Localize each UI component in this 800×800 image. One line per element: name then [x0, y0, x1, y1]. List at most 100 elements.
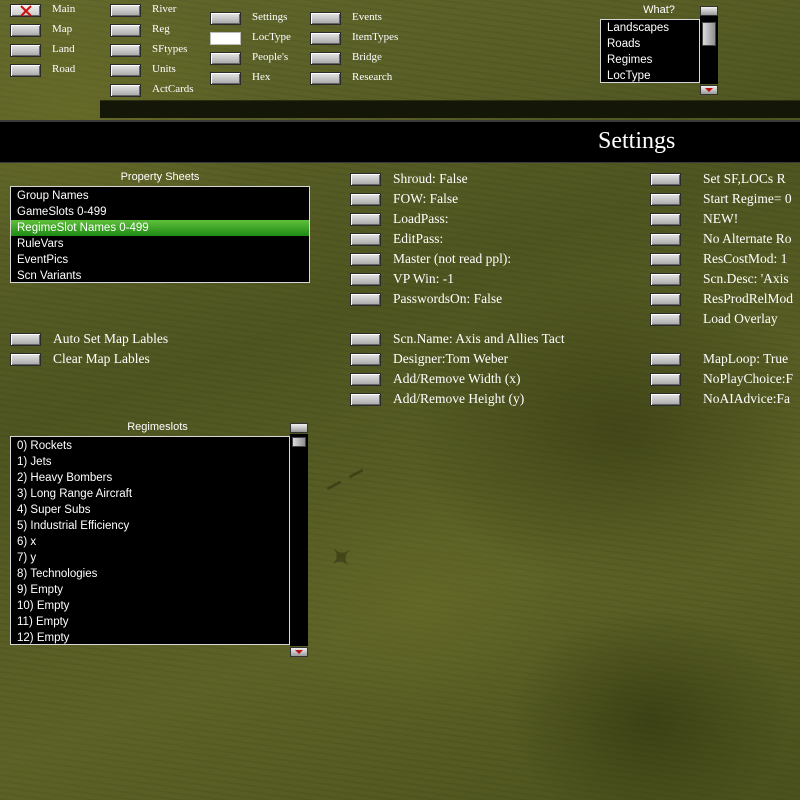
- setting-master-not-read-ppl-button[interactable]: [350, 253, 381, 266]
- regimeslot-item[interactable]: 10) Empty: [11, 598, 289, 614]
- setting-add-remove-height-y-button[interactable]: [350, 393, 381, 406]
- property-sheet-item[interactable]: EventPics: [11, 252, 309, 268]
- map-label-clear-map-lables-button[interactable]: [10, 353, 41, 366]
- setting-scn-desc-axis-button[interactable]: [650, 273, 681, 286]
- what-scroll-up-button[interactable]: [700, 6, 718, 16]
- map-label-auto-set-map-lables-button[interactable]: [10, 333, 41, 346]
- nav-bridge-button[interactable]: [310, 52, 341, 65]
- nav-itemtypes-button[interactable]: [310, 32, 341, 45]
- regimeslots-scroll-track[interactable]: [290, 434, 308, 646]
- setting-master-not-read-ppl-label: Master (not read ppl):: [393, 251, 512, 266]
- nav-sftypes-label: SFtypes: [152, 43, 188, 55]
- nav-map-button[interactable]: [10, 24, 41, 37]
- regimeslot-item[interactable]: 7) y: [11, 550, 289, 566]
- setting-vp-win-1-label: VP Win: -1: [393, 271, 454, 286]
- setting-loadpass-button[interactable]: [350, 213, 381, 226]
- property-sheets-list[interactable]: Group Names GameSlots 0-499 RegimeSlot Nam…: [10, 186, 310, 283]
- nav-bridge-label: Bridge: [352, 51, 382, 63]
- regimeslots-title: Regimeslots: [127, 421, 188, 433]
- setting-designer-tom-weber-label: Designer:Tom Weber: [393, 351, 509, 366]
- what-scroll-down-button[interactable]: [700, 85, 718, 95]
- what-scroll-thumb[interactable]: [702, 22, 716, 46]
- nav-river-button[interactable]: [110, 4, 141, 17]
- nav-settings-label: Settings: [252, 11, 288, 23]
- setting-shroud-false-button[interactable]: [350, 173, 381, 186]
- nav-actcards-button[interactable]: [110, 84, 141, 97]
- property-sheet-item[interactable]: Scn Variants: [11, 268, 309, 282]
- what-list-item[interactable]: LocType: [601, 68, 699, 82]
- nav-research-button[interactable]: [310, 72, 341, 85]
- setting-maploop-true-button[interactable]: [650, 353, 681, 366]
- property-sheets-title: Property Sheets: [120, 171, 200, 183]
- setting-no-alternate-ro-button[interactable]: [650, 233, 681, 246]
- setting-designer-tom-weber-button[interactable]: [350, 353, 381, 366]
- setting-new-label: NEW!: [703, 211, 739, 226]
- nav-hex-button[interactable]: [210, 72, 241, 85]
- regimeslots-scroll-thumb[interactable]: [292, 437, 306, 447]
- setting-scn-name-axis-and-allies-label: Scn.Name: Axis and Allies Tact: [393, 331, 565, 346]
- regimeslot-item[interactable]: 6) x: [11, 534, 289, 550]
- regimeslot-item[interactable]: 5) Industrial Efficiency: [11, 518, 289, 534]
- regimeslot-item[interactable]: 1) Jets: [11, 454, 289, 470]
- what-list-item[interactable]: Landscapes: [601, 20, 699, 36]
- setting-resprodrelmod-button[interactable]: [650, 293, 681, 306]
- page-title: Settings: [598, 128, 676, 154]
- setting-resprodrelmod-label: ResProdRelMod: [703, 291, 794, 306]
- nav-road-button[interactable]: [10, 64, 41, 77]
- setting-noplaychoice-f-button[interactable]: [650, 373, 681, 386]
- nav-people-s-button[interactable]: [210, 52, 241, 65]
- setting-rescostmod-1-button[interactable]: [650, 253, 681, 266]
- setting-new-button[interactable]: [650, 213, 681, 226]
- what-list-item[interactable]: Regimes: [601, 52, 699, 68]
- regimeslot-item[interactable]: 8) Technologies: [11, 566, 289, 582]
- what-list[interactable]: Landscapes Roads Regimes LocType: [600, 19, 700, 83]
- nav-land-button[interactable]: [10, 44, 41, 57]
- property-sheet-item[interactable]: GameSlots 0-499: [11, 204, 309, 220]
- nav-reg-button[interactable]: [110, 24, 141, 37]
- regimeslot-item[interactable]: 0) Rockets: [11, 438, 289, 454]
- setting-no-alternate-ro-label: No Alternate Ro: [703, 231, 792, 246]
- property-sheet-item[interactable]: Group Names: [11, 188, 309, 204]
- nav-settings-button[interactable]: [210, 12, 241, 25]
- setting-noaiadvice-fa-label: NoAIAdvice:Fa: [703, 391, 790, 406]
- property-sheet-item[interactable]: RuleVars: [11, 236, 309, 252]
- nav-sftypes-button[interactable]: [110, 44, 141, 57]
- scroll-down-icon: [295, 650, 303, 654]
- regimeslots-scroll-down-button[interactable]: [290, 647, 308, 657]
- setting-scn-name-axis-and-allies-button[interactable]: [350, 333, 381, 346]
- nav-loctype-label: LocType: [252, 31, 291, 43]
- regimeslot-item[interactable]: 9) Empty: [11, 582, 289, 598]
- regimeslot-item[interactable]: 11) Empty: [11, 614, 289, 630]
- nav-research-label: Research: [352, 71, 393, 83]
- setting-editpass-label: EditPass:: [393, 231, 444, 246]
- nav-river-label: River: [152, 3, 177, 15]
- setting-passwordson-false-label: PasswordsOn: False: [393, 291, 503, 306]
- setting-passwordson-false-button[interactable]: [350, 293, 381, 306]
- setting-load-overlay-label: Load Overlay: [703, 311, 778, 326]
- setting-add-remove-width-x-button[interactable]: [350, 373, 381, 386]
- regimeslot-item[interactable]: 12) Empty: [11, 630, 289, 644]
- property-sheet-item[interactable]: RegimeSlot Names 0-499: [11, 220, 309, 236]
- what-list-item[interactable]: Roads: [601, 36, 699, 52]
- regimeslot-item[interactable]: 4) Super Subs: [11, 502, 289, 518]
- page-header: Settings: [0, 120, 800, 163]
- setting-editpass-button[interactable]: [350, 233, 381, 246]
- setting-set-sf-locs-r-button[interactable]: [650, 173, 681, 186]
- regimeslots-scroll-up-button[interactable]: [290, 423, 308, 433]
- setting-noaiadvice-fa-button[interactable]: [650, 393, 681, 406]
- nav-loctype-button[interactable]: [210, 32, 241, 45]
- setting-start-regime-0-button[interactable]: [650, 193, 681, 206]
- nav-main-button[interactable]: [10, 4, 41, 17]
- nav-itemtypes-label: ItemTypes: [352, 31, 399, 43]
- setting-load-overlay-button[interactable]: [650, 313, 681, 326]
- regimeslot-item[interactable]: 3) Long Range Aircraft: [11, 486, 289, 502]
- setting-fow-false-button[interactable]: [350, 193, 381, 206]
- regimeslots-list[interactable]: 0) Rockets 1) Jets 2) Heavy Bombers 3) Long…: [10, 436, 290, 645]
- nav-units-button[interactable]: [110, 64, 141, 77]
- nav-events-button[interactable]: [310, 12, 341, 25]
- regimeslot-item[interactable]: 2) Heavy Bombers: [11, 470, 289, 486]
- nav-events-label: Events: [352, 11, 382, 23]
- setting-vp-win-1-button[interactable]: [350, 273, 381, 286]
- setting-add-remove-height-y-label: Add/Remove Height (y): [393, 391, 525, 406]
- setting-set-sf-locs-r-label: Set SF,LOCs R: [703, 171, 786, 186]
